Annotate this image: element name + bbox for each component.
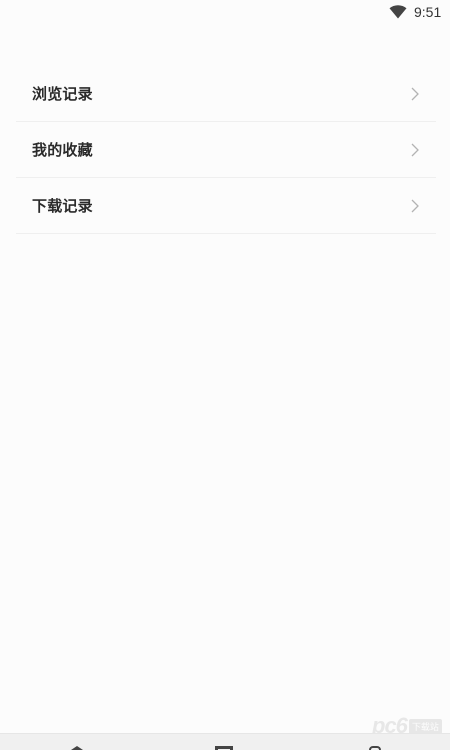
wifi-icon bbox=[389, 5, 407, 19]
menu-item-browse-history[interactable]: 浏览记录 bbox=[16, 66, 436, 122]
menu-item-download-history[interactable]: 下载记录 bbox=[16, 178, 436, 234]
menu-item-label: 我的收藏 bbox=[32, 141, 93, 159]
chevron-right-icon bbox=[411, 143, 419, 156]
back-icon[interactable] bbox=[71, 746, 83, 750]
menu-item-label: 下载记录 bbox=[32, 197, 93, 215]
watermark-badge: 下载站 bbox=[408, 718, 442, 734]
menu-item-my-favorites[interactable]: 我的收藏 bbox=[16, 122, 436, 178]
chevron-right-icon bbox=[411, 87, 419, 100]
recent-apps-icon[interactable] bbox=[369, 746, 381, 750]
chevron-right-icon bbox=[411, 199, 419, 212]
status-bar: 9:51 bbox=[0, 0, 450, 24]
home-icon[interactable] bbox=[215, 746, 233, 750]
menu-list: 浏览记录 我的收藏 下载记录 bbox=[16, 66, 436, 234]
menu-item-label: 浏览记录 bbox=[32, 85, 93, 103]
status-time: 9:51 bbox=[414, 4, 442, 20]
system-nav-bar bbox=[0, 733, 450, 750]
